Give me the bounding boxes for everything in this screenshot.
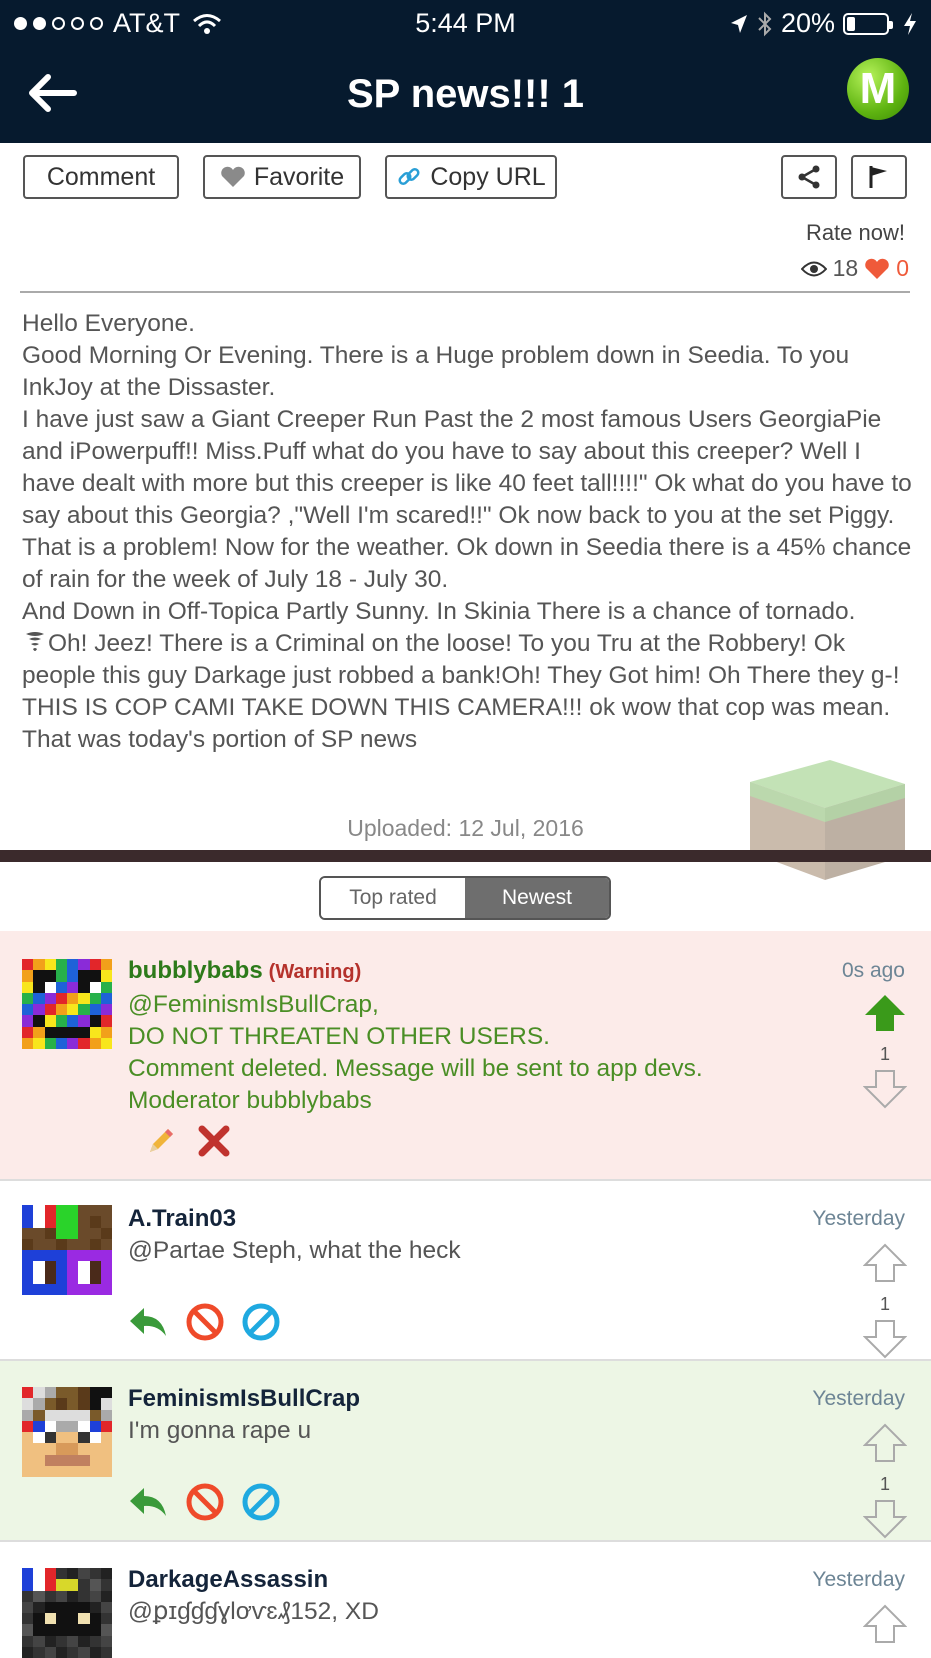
share-icon xyxy=(798,165,820,189)
comment-username[interactable]: bubblybabs (Warning) xyxy=(128,957,361,985)
comment-text: @FeminismIsBullCrap, DO NOT THREATEN OTH… xyxy=(128,989,703,1117)
ban-user-icon[interactable] xyxy=(242,1483,280,1521)
section-separator xyxy=(0,850,931,862)
status-right: 20% xyxy=(729,8,917,39)
comment-line: @FeminismIsBullCrap, xyxy=(128,991,379,1018)
link-icon xyxy=(398,167,420,186)
moderator-actions xyxy=(144,1123,232,1159)
comment-time: Yesterday xyxy=(812,1207,905,1230)
avatar[interactable] xyxy=(22,1205,112,1295)
post-paragraph: Hello Everyone. xyxy=(22,310,195,337)
divider xyxy=(20,291,910,293)
post-paragraph: I have just saw a Giant Creeper Run Past… xyxy=(22,406,912,593)
vote-control: 1 xyxy=(862,993,908,1114)
upvote-arrow-icon[interactable] xyxy=(863,993,907,1033)
comment-button-label: Comment xyxy=(46,162,156,191)
edit-pencil-icon[interactable] xyxy=(144,1124,178,1158)
post-stats: 18 0 xyxy=(800,255,909,282)
share-button[interactable] xyxy=(781,155,837,199)
comment-row: DarkageAssassin Yesterday @ꝑɪɠɠɠɣlơⱱɛ₰15… xyxy=(0,1542,931,1658)
downvote-arrow-icon[interactable] xyxy=(862,1069,908,1109)
avatar[interactable] xyxy=(22,959,112,1049)
comment-text: I'm gonna rape u xyxy=(128,1417,312,1444)
rate-now-link[interactable]: Rate now! xyxy=(806,220,905,246)
post-body: Hello Everyone. Good Morning Or Evening.… xyxy=(22,308,914,756)
view-count: 18 xyxy=(832,255,859,281)
comment-actions xyxy=(128,1303,280,1341)
eye-icon xyxy=(800,261,827,276)
post-paragraph-text: Oh! Jeez! There is a Criminal on the loo… xyxy=(22,630,900,753)
upvote-arrow-icon[interactable] xyxy=(862,1604,908,1644)
vote-count: 1 xyxy=(879,1294,890,1314)
status-bar: AT&T 5:44 PM 20% xyxy=(0,0,931,46)
sort-top-rated[interactable]: Top rated xyxy=(321,878,465,918)
comment-line: DO NOT THREATEN OTHER USERS. xyxy=(128,1023,550,1050)
comment-line: Comment deleted. Message will be sent to… xyxy=(128,1055,703,1082)
block-user-icon[interactable] xyxy=(186,1303,224,1341)
vote-control: 1 xyxy=(862,1423,908,1544)
downvote-arrow-icon[interactable] xyxy=(862,1499,908,1539)
username-text: bubblybabs xyxy=(128,957,263,984)
avatar[interactable] xyxy=(22,1387,112,1477)
comment-username[interactable]: A.Train03 xyxy=(128,1205,236,1233)
comment-button[interactable]: Comment xyxy=(23,155,179,199)
copy-url-button[interactable]: Copy URL xyxy=(385,155,557,199)
comment-time: Yesterday xyxy=(812,1568,905,1591)
delete-x-icon[interactable] xyxy=(196,1123,232,1159)
heart-icon[interactable] xyxy=(864,258,890,280)
post-toolbar: Comment Favorite Copy URL xyxy=(0,143,931,207)
comment-text: @ꝑɪɠɠɠɣlơⱱɛ₰152, XD xyxy=(128,1598,379,1625)
app-logo[interactable]: M xyxy=(847,58,909,120)
vote-control: 1 xyxy=(862,1243,908,1364)
downvote-arrow-icon[interactable] xyxy=(862,1319,908,1359)
comment-time: Yesterday xyxy=(812,1387,905,1410)
post-paragraph-last: Oh! Jeez! There is a Criminal on the loo… xyxy=(22,628,914,756)
comment-row: FeminismIsBullCrap Yesterday I'm gonna r… xyxy=(0,1361,931,1542)
vote-count: 1 xyxy=(879,1044,890,1064)
top-bar: AT&T 5:44 PM 20% SP news!!! 1 M xyxy=(0,0,931,143)
page-title: SP news!!! 1 xyxy=(346,72,585,116)
battery-percent: 20% xyxy=(780,8,835,38)
charging-bolt-icon xyxy=(904,12,916,35)
tornado-emoji-icon xyxy=(26,632,44,651)
heart-icon xyxy=(221,166,245,187)
upvote-arrow-icon[interactable] xyxy=(862,1243,908,1283)
reply-arrow-icon[interactable] xyxy=(128,1305,168,1339)
ban-user-icon[interactable] xyxy=(242,1303,280,1341)
comment-actions xyxy=(128,1483,280,1521)
upload-date: Uploaded: 12 Jul, 2016 xyxy=(347,815,584,841)
comment-row: A.Train03 Yesterday @Partae Steph, what … xyxy=(0,1181,931,1361)
favorite-button[interactable]: Favorite xyxy=(203,155,361,199)
vote-count: 1 xyxy=(879,1474,890,1494)
favorite-button-label: Favorite xyxy=(253,162,345,191)
copy-url-button-label: Copy URL xyxy=(430,162,546,191)
comment-time: 0s ago xyxy=(841,959,905,982)
comment-username[interactable]: DarkageAssassin xyxy=(128,1566,328,1594)
sort-newest[interactable]: Newest xyxy=(465,878,609,918)
location-icon xyxy=(730,14,747,33)
reply-arrow-icon[interactable] xyxy=(128,1485,168,1519)
post-paragraph: And Down in Off-Topica Partly Sunny. In … xyxy=(22,598,856,625)
comment-username[interactable]: FeminismIsBullCrap xyxy=(128,1385,360,1413)
like-count: 0 xyxy=(896,255,909,281)
upvote-arrow-icon[interactable] xyxy=(862,1423,908,1463)
comment-row: bubblybabs (Warning) 0s ago @FeminismIsBu… xyxy=(0,931,931,1181)
comment-sort-toggle: Top rated Newest xyxy=(319,876,611,920)
flag-icon xyxy=(869,166,887,188)
report-button[interactable] xyxy=(851,155,907,199)
comment-line: Moderator bubblybabs xyxy=(128,1087,372,1114)
post-paragraph: Good Morning Or Evening. There is a Huge… xyxy=(22,342,850,401)
comment-text: @Partae Steph, what the heck xyxy=(128,1237,461,1264)
vote-control xyxy=(862,1604,908,1649)
battery-icon xyxy=(843,12,893,35)
warning-tag: (Warning) xyxy=(268,961,362,983)
block-user-icon[interactable] xyxy=(186,1483,224,1521)
avatar[interactable] xyxy=(22,1568,112,1658)
bluetooth-icon xyxy=(758,11,772,36)
